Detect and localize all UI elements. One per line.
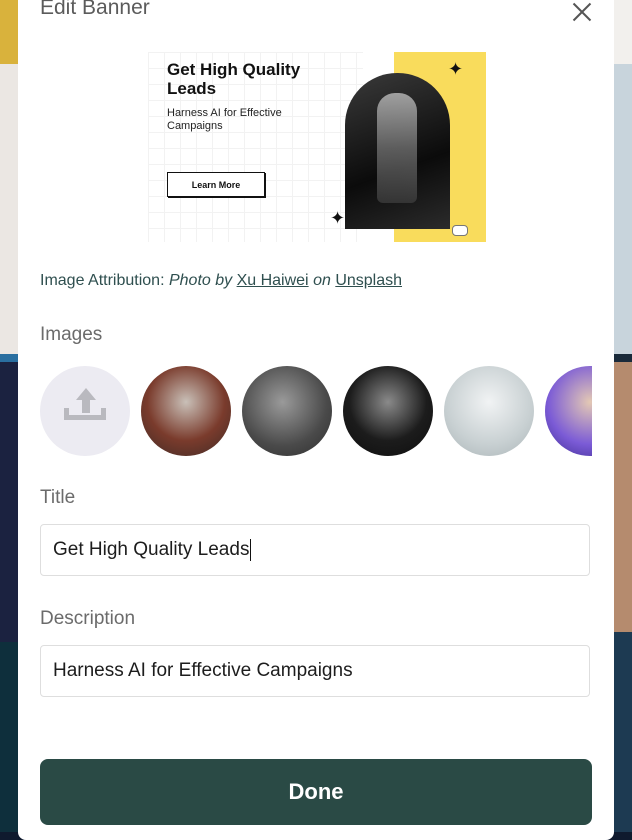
image-thumbnail-black-robot[interactable] xyxy=(343,366,433,456)
title-input[interactable]: Get High Quality Leads xyxy=(40,524,590,576)
image-attribution: Image Attribution: Photo by Xu Haiwei on… xyxy=(40,272,403,289)
image-thumbnail-robot-in-red-chair[interactable] xyxy=(141,366,231,456)
sparkle-icon: ✦ xyxy=(448,59,464,79)
banner-subtext: Harness AI for Effective Campaigns xyxy=(167,107,282,132)
modal-title: Edit Banner xyxy=(40,0,150,19)
banner-learn-more-button: Learn More xyxy=(167,172,265,197)
description-input[interactable]: Harness AI for Effective Campaigns xyxy=(40,645,590,697)
image-thumbnail-metal-robot[interactable] xyxy=(242,366,332,456)
sparkle-icon: ✦ xyxy=(330,208,346,228)
banner-image xyxy=(345,73,450,229)
images-label: Images xyxy=(40,324,103,345)
upload-image-button[interactable] xyxy=(40,366,130,456)
title-label: Title xyxy=(40,487,76,508)
edit-banner-modal: Edit Banner Get High Quality Leads Harne… xyxy=(18,0,614,840)
background-right-strip xyxy=(614,0,632,832)
banner-badge-icon xyxy=(452,225,468,236)
image-thumbnail-white-robot-arm[interactable] xyxy=(444,366,534,456)
banner-preview: Get High Quality Leads Harness AI for Ef… xyxy=(148,52,486,242)
description-label: Description xyxy=(40,608,136,629)
banner-headline: Get High Quality Leads xyxy=(167,60,301,98)
image-thumbnail-vr-headset-person[interactable] xyxy=(545,366,592,456)
author-link[interactable]: Xu Haiwei xyxy=(237,272,309,289)
close-icon[interactable] xyxy=(568,0,596,26)
done-button[interactable]: Done xyxy=(40,759,592,825)
unsplash-link[interactable]: Unsplash xyxy=(335,272,402,289)
image-thumbnails xyxy=(40,366,592,458)
robot-figure xyxy=(377,93,417,203)
background-left-strip xyxy=(0,0,18,832)
text-caret xyxy=(250,538,252,561)
